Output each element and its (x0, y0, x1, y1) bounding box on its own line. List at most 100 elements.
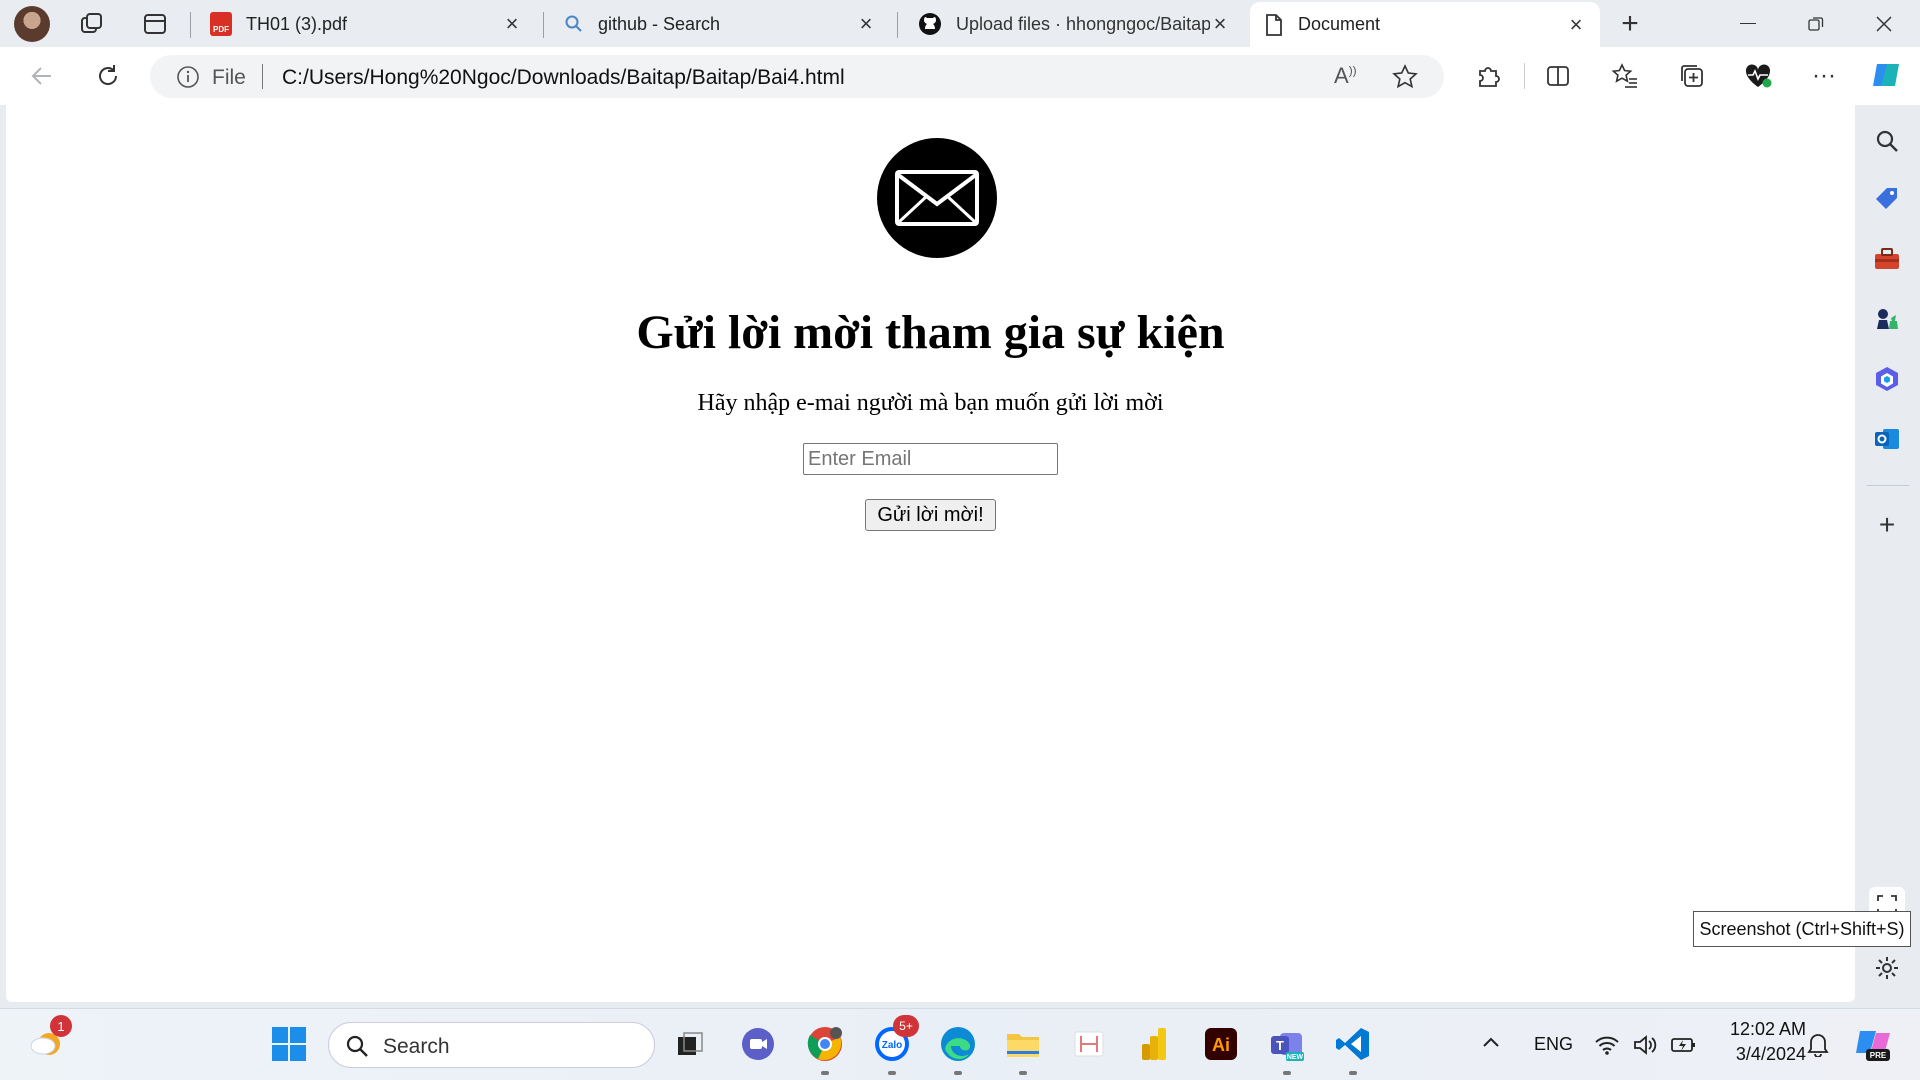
taskbar-vscode[interactable] (1330, 1021, 1376, 1075)
taskbar-power-bi[interactable] (1132, 1021, 1178, 1067)
url-text[interactable]: C:/Users/Hong%20Ngoc/Downloads/Baitap/Ba… (282, 66, 845, 90)
svg-text:PRE: PRE (1870, 1051, 1887, 1060)
sidebar-settings-button[interactable] (1869, 950, 1905, 986)
teams-icon: TNEW (1271, 1033, 1304, 1061)
split-screen-button[interactable] (1538, 56, 1578, 96)
show-hidden-icons-button[interactable] (1480, 1031, 1508, 1059)
taskbar-zalo[interactable]: Zalo 5+ (869, 1015, 919, 1075)
refresh-button[interactable] (88, 56, 128, 96)
taskbar-edge[interactable] (935, 1021, 981, 1075)
folder-icon (1007, 1034, 1039, 1057)
heart-pulse-icon (1745, 64, 1772, 88)
send-invite-button[interactable]: Gửi lời mời! (865, 499, 996, 531)
instruction-text: Hãy nhập e-mai người mà bạn muốn gửi lời… (697, 390, 1164, 416)
task-view-icon (678, 1032, 703, 1055)
favorites-icon (1611, 63, 1637, 88)
workspaces-icon[interactable] (78, 10, 106, 38)
tab-title: Upload files · hhongngoc/Baitap (956, 13, 1210, 34)
taskbar-illustrator[interactable]: Ai (1198, 1021, 1244, 1067)
settings-more-button[interactable]: ··· (1804, 56, 1844, 96)
back-button[interactable] (22, 56, 62, 96)
info-icon[interactable] (176, 65, 200, 89)
close-icon[interactable]: × (856, 11, 876, 37)
network-volume-battery-group[interactable] (1594, 1029, 1704, 1061)
start-button[interactable] (266, 1021, 312, 1067)
tag-icon (1876, 188, 1897, 209)
weather-widget[interactable]: 1 (24, 1015, 72, 1067)
sidebar-shopping-button[interactable] (1869, 181, 1905, 217)
close-window-button[interactable] (1851, 0, 1917, 47)
task-view-button[interactable] (667, 1021, 713, 1067)
sidebar-search-button[interactable] (1869, 123, 1905, 159)
sidebar-games-button[interactable] (1869, 301, 1905, 337)
collections-icon (1681, 65, 1703, 87)
chevron-up-icon (1483, 1037, 1499, 1047)
extensions-button[interactable] (1468, 56, 1508, 96)
copilot-button[interactable] (1866, 55, 1906, 95)
more-icon: ··· (1812, 62, 1836, 89)
github-icon (919, 13, 941, 35)
address-bar[interactable]: File C:/Users/Hong%20Ngoc/Downloads/Bait… (150, 55, 1444, 98)
wifi-icon (1595, 1036, 1619, 1055)
snipping-icon (1074, 1031, 1104, 1057)
taskbar-chrome[interactable] (802, 1021, 848, 1075)
clock[interactable]: 12:02 AM 3/4/2024 (1716, 1019, 1806, 1065)
profile-avatar[interactable] (14, 6, 50, 42)
collections-button[interactable] (1672, 56, 1712, 96)
email-field[interactable] (803, 443, 1058, 475)
language-indicator[interactable]: ENG (1534, 1034, 1573, 1055)
svg-text:Ai: Ai (1212, 1035, 1230, 1055)
chess-piece-icon (1877, 309, 1898, 329)
taskbar-teams[interactable]: T NEW (1264, 1021, 1310, 1075)
microsoft365-icon (1876, 367, 1898, 391)
sidebar-outlook-button[interactable] (1869, 421, 1905, 457)
close-icon[interactable]: × (1566, 12, 1586, 38)
notifications-button[interactable] (1806, 1031, 1834, 1059)
chat-camera-icon (742, 1028, 774, 1060)
refresh-icon (99, 65, 118, 85)
taskbar-teams-chat[interactable] (735, 1021, 781, 1067)
clock-time: 12:02 AM (1729, 1019, 1806, 1039)
copilot-pre-icon: PRE (1856, 1031, 1890, 1061)
close-icon[interactable]: × (1210, 11, 1230, 37)
zalo-badge: 5+ (893, 1015, 919, 1037)
sidebar-m365-button[interactable] (1869, 361, 1905, 397)
battery-charging-icon (1671, 1038, 1695, 1052)
volume-icon (1634, 1035, 1657, 1055)
taskbar-file-explorer[interactable] (1000, 1021, 1046, 1075)
notification-badge: 1 (50, 1015, 72, 1037)
restore-button[interactable] (1783, 0, 1849, 47)
taskbar-search-box[interactable]: Search (328, 1022, 655, 1068)
browser-essentials-button[interactable] (1738, 56, 1778, 96)
gear-icon (1876, 957, 1898, 979)
tab-pdf[interactable]: PDF TH01 (3).pdf × (196, 4, 536, 44)
minimize-icon (1740, 22, 1756, 25)
chrome-icon (807, 1027, 842, 1061)
outlook-icon (1875, 429, 1899, 449)
read-aloud-icon[interactable]: A)) (1334, 63, 1362, 91)
favorite-star-icon[interactable] (1392, 64, 1418, 90)
tab-github-upload[interactable]: Upload files · hhongngoc/Baitap × (904, 4, 1244, 44)
sidebar-tools-button[interactable] (1869, 241, 1905, 277)
tab-github-search[interactable]: github - Search × (550, 4, 890, 44)
taskbar-search-label: Search (383, 1035, 450, 1058)
tab-title: TH01 (3).pdf (246, 13, 348, 34)
tab-title: Document (1298, 14, 1381, 34)
copilot-taskbar-button[interactable]: PRE (1852, 1023, 1896, 1067)
new-tab-button[interactable]: + (1612, 6, 1648, 42)
sidebar-add-button[interactable]: + (1869, 507, 1905, 543)
vscode-icon (1336, 1028, 1369, 1060)
search-icon (565, 15, 582, 32)
edge-sidebar: + (1855, 105, 1920, 1005)
minimize-button[interactable] (1715, 0, 1781, 47)
close-icon[interactable]: × (502, 11, 522, 37)
tab-document[interactable]: Document × (1250, 2, 1600, 47)
back-arrow-icon (31, 67, 51, 85)
favorites-button[interactable] (1605, 56, 1645, 96)
close-icon (1876, 15, 1892, 32)
vertical-tabs-icon[interactable] (142, 11, 168, 37)
svg-text:Zalo: Zalo (882, 1040, 903, 1051)
taskbar-snipping-tool[interactable] (1066, 1021, 1112, 1067)
edge-icon (941, 1027, 975, 1061)
split-screen-icon (1547, 66, 1569, 86)
